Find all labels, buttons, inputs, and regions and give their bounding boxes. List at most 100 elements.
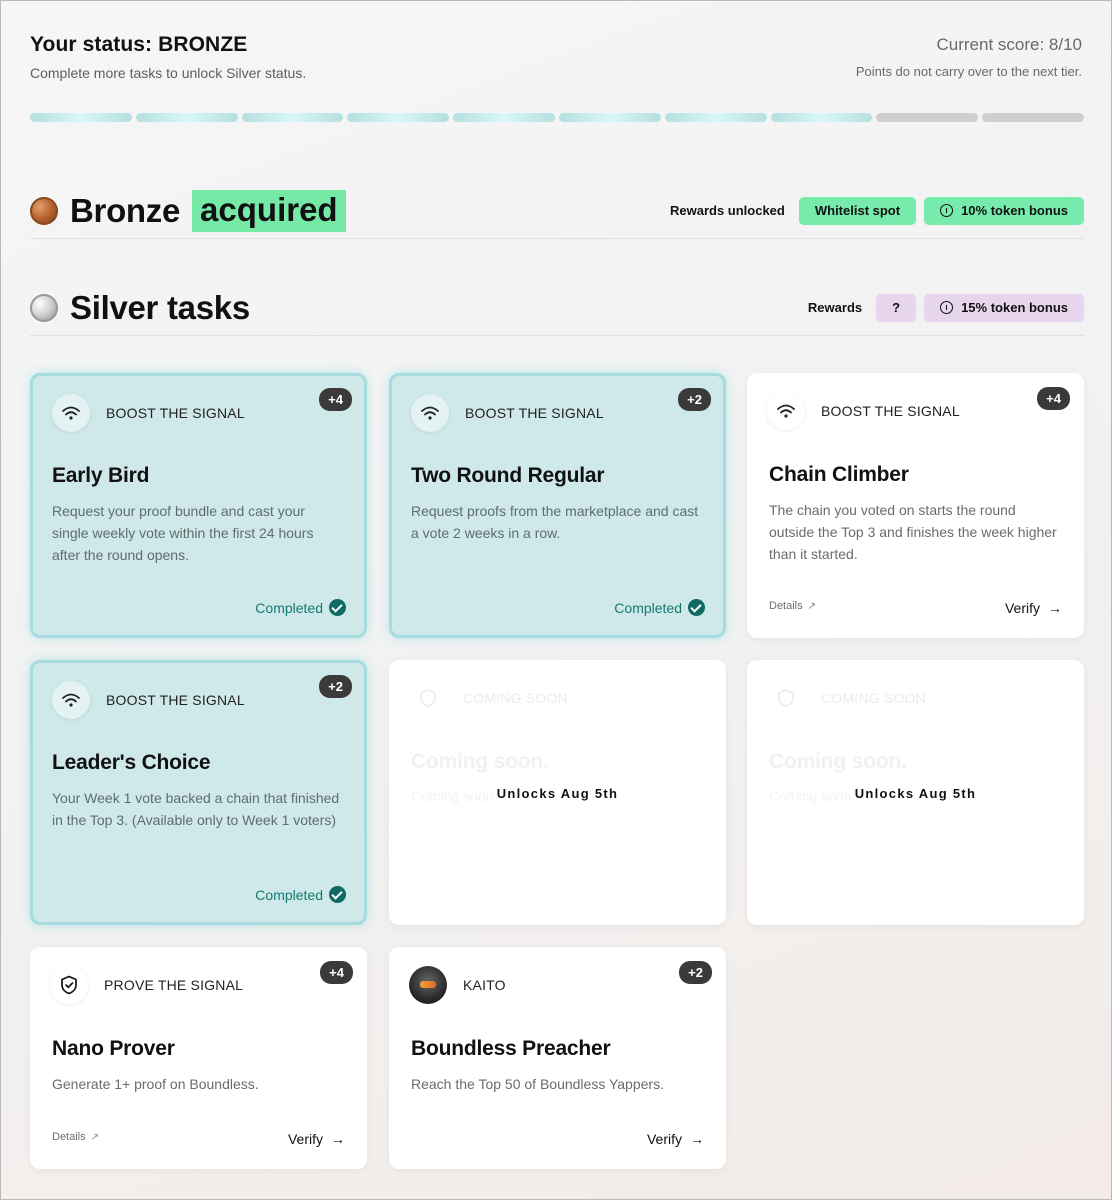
reward-pill-token-bonus[interactable]: 15% token bonus (924, 293, 1084, 322)
details-link[interactable]: Details ↗ (769, 600, 816, 612)
unlock-date: Unlocks Aug 5th (854, 786, 977, 801)
verify-button[interactable]: Verify → (647, 1131, 704, 1147)
bronze-title: Bronze (70, 191, 181, 229)
reward-text: 10% token bonus (961, 203, 1068, 218)
verify-label: Verify (646, 1131, 682, 1147)
wifi-icon (52, 681, 90, 719)
silver-section-header: Silver tasks Rewards ? 15% token bonus (30, 280, 1084, 336)
completed-status: Completed (614, 599, 705, 616)
reward-text: ? (892, 300, 901, 315)
task-card-chain-climber: BOOST THE SIGNAL +4 Chain Climber The ch… (747, 373, 1084, 638)
task-description: Reach the Top 50 of Boundless Yappers. (411, 1076, 664, 1092)
task-title: Chain Climber (769, 463, 909, 486)
task-description: Generate 1+ proof on Boundless. (52, 1076, 259, 1092)
score-note: Points do not carry over to the next tie… (855, 64, 1082, 79)
card-header: BOOST THE SIGNAL (411, 394, 604, 432)
task-category: KAITO (463, 977, 506, 993)
details-link[interactable]: Details ↗ (52, 1131, 99, 1143)
task-card-boundless-preacher: KAITO +2 Boundless Preacher Reach the To… (389, 947, 726, 1169)
progress-segment (241, 113, 344, 122)
verify-label: Verify (1004, 600, 1040, 616)
points-badge: +4 (320, 961, 353, 984)
wifi-icon (767, 392, 805, 430)
details-label: Details (769, 600, 803, 612)
progress-segment (558, 113, 661, 122)
status-subtitle: Complete more tasks to unlock Silver sta… (30, 65, 307, 81)
wifi-icon (411, 394, 449, 432)
card-header: BOOST THE SIGNAL (52, 681, 245, 719)
arrow-right-icon: → (1048, 600, 1062, 616)
card-header: COMING SOON (409, 679, 568, 717)
card-header: BOOST THE SIGNAL (52, 394, 245, 432)
current-score: Current score: 8/10 (936, 35, 1082, 54)
points-badge: +4 (319, 388, 352, 411)
info-icon (940, 204, 954, 217)
progress-segment (135, 113, 238, 122)
wifi-icon (52, 394, 90, 432)
kaito-avatar (409, 966, 447, 1004)
bronze-rewards: Rewards unlocked Whitelist spot 10% toke… (669, 196, 1084, 225)
shield-check-icon (50, 966, 88, 1004)
verify-label: Verify (287, 1131, 323, 1147)
verify-button[interactable]: Verify → (288, 1131, 345, 1147)
task-card-coming-soon: COMING SOON Coming soon. Coming soon Unl… (389, 660, 726, 925)
external-link-icon: ↗ (807, 600, 817, 612)
completed-label: Completed (255, 599, 323, 616)
card-header: KAITO (409, 966, 506, 1004)
bronze-section-header: Bronze acquired Rewards unlocked Whiteli… (30, 183, 1084, 239)
unlock-date: Unlocks Aug 5th (496, 786, 619, 801)
completed-status: Completed (255, 886, 346, 903)
details-label: Details (52, 1131, 86, 1143)
progress-segment (453, 113, 555, 122)
task-category: BOOST THE SIGNAL (106, 405, 245, 421)
arrow-right-icon: → (331, 1131, 345, 1147)
task-title: Early Bird (52, 464, 150, 487)
verify-button[interactable]: Verify → (1005, 600, 1062, 616)
task-category: BOOST THE SIGNAL (106, 692, 245, 708)
task-title: Coming soon. (411, 750, 549, 773)
reward-text: 15% token bonus (961, 300, 1068, 315)
reward-pill-token-bonus[interactable]: 10% token bonus (924, 196, 1084, 225)
progress-segment (664, 113, 767, 122)
task-card-two-round-regular[interactable]: BOOST THE SIGNAL +2 Two Round Regular Re… (389, 373, 726, 638)
task-title: Boundless Preacher (411, 1037, 611, 1060)
task-category: BOOST THE SIGNAL (821, 403, 960, 419)
shield-icon (767, 679, 805, 717)
points-badge: +4 (1037, 387, 1070, 410)
status-title: Your status: BRONZE (30, 33, 248, 56)
task-description: Request proofs from the marketplace and … (411, 503, 699, 541)
task-description: The chain you voted on starts the round … (769, 502, 1057, 562)
rewards-unlocked-label: Rewards unlocked (669, 203, 785, 218)
check-circle-icon (329, 599, 346, 616)
card-header: BOOST THE SIGNAL (767, 392, 960, 430)
task-card-early-bird[interactable]: BOOST THE SIGNAL +4 Early Bird Request y… (30, 373, 367, 638)
task-title: Two Round Regular (411, 464, 605, 487)
task-card-leaders-choice[interactable]: BOOST THE SIGNAL +2 Leader's Choice Your… (30, 660, 367, 925)
task-category: BOOST THE SIGNAL (465, 405, 604, 421)
card-header: PROVE THE SIGNAL (50, 966, 243, 1004)
points-badge: +2 (678, 388, 711, 411)
points-badge: +2 (679, 961, 712, 984)
points-badge: +2 (319, 675, 352, 698)
task-title: Leader's Choice (52, 751, 211, 774)
completed-label: Completed (614, 599, 682, 616)
bronze-medal-icon (30, 196, 58, 225)
silver-rewards: Rewards ? 15% token bonus (808, 293, 1084, 322)
completed-status: Completed (255, 599, 346, 616)
external-link-icon: ↗ (90, 1131, 100, 1143)
task-category: COMING SOON (463, 690, 568, 706)
acquired-badge: acquired (192, 189, 346, 232)
progress-segment (770, 113, 873, 122)
progress-segment (30, 113, 132, 122)
task-description: Your Week 1 vote backed a chain that fin… (52, 790, 340, 828)
progress-segment (876, 113, 979, 122)
card-header: COMING SOON (767, 679, 926, 717)
check-circle-icon (688, 599, 705, 616)
reward-pill-whitelist: Whitelist spot (798, 196, 917, 225)
task-category: COMING SOON (821, 690, 926, 706)
shield-icon (409, 679, 447, 717)
silver-title: Silver tasks (70, 288, 250, 326)
arrow-right-icon: → (690, 1131, 704, 1147)
task-card-nano-prover: PROVE THE SIGNAL +4 Nano Prover Generate… (30, 947, 367, 1169)
task-title: Coming soon. (769, 750, 907, 773)
